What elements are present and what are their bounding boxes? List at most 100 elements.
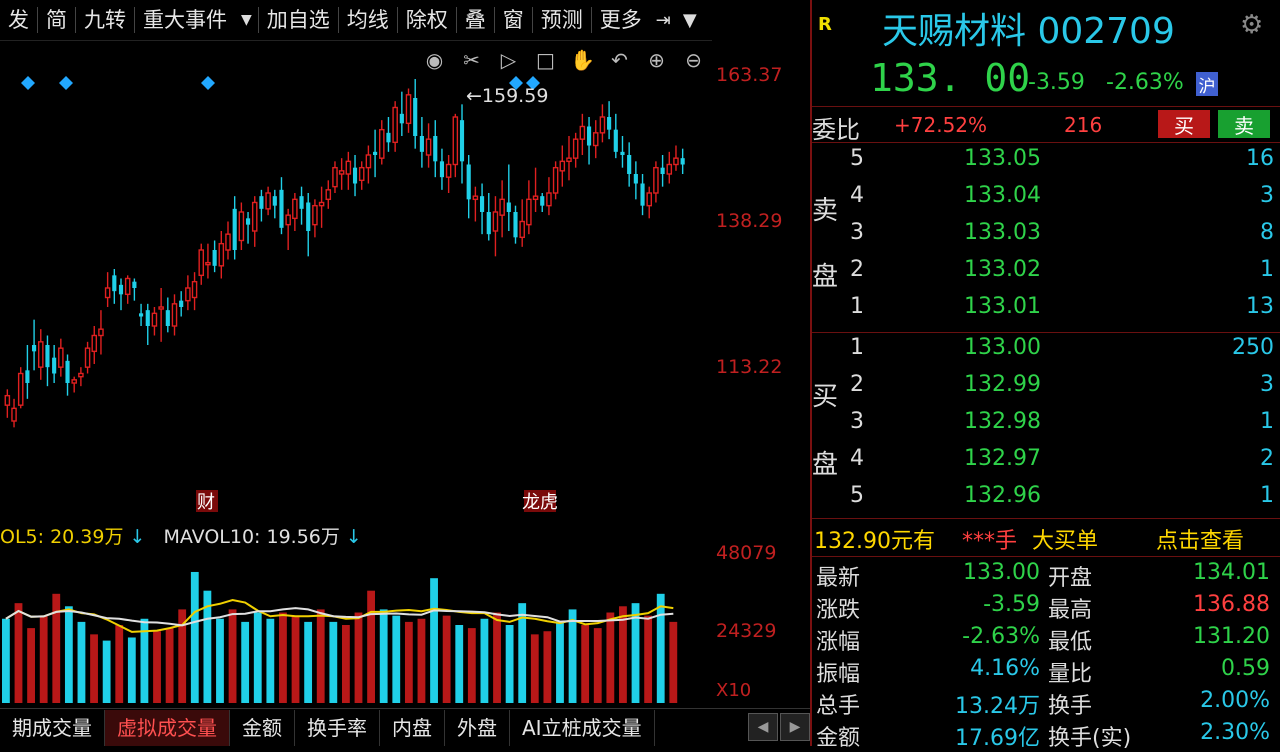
quote-row: 最新 133.00 开盘 134.01	[812, 560, 1280, 592]
market-badge: 沪	[1196, 72, 1218, 97]
ask-row[interactable]: 5 133.05 16	[812, 146, 1280, 182]
chevron-down-icon[interactable]: ▼	[677, 10, 703, 31]
quote-panel: R 天赐材料 002709 ⚙ 133. 00 -3.59 -2.63% 沪 委…	[812, 0, 1280, 751]
toolbar-item-10[interactable]: 更多	[592, 0, 650, 40]
bid-price: 133.00	[964, 335, 1041, 360]
candle-body	[91, 334, 98, 353]
kline-chart[interactable]: ←159.59 财 龙虎	[0, 40, 712, 520]
quote-value: -3.59	[983, 592, 1040, 617]
candle-body	[386, 132, 391, 143]
bid-level: 3	[850, 409, 864, 434]
candle-body	[392, 106, 398, 144]
candle-body	[191, 280, 198, 299]
toolbar-item-6[interactable]: 除权	[398, 0, 456, 40]
tab-2[interactable]: 金额	[230, 710, 295, 746]
big-order-link[interactable]: 点击查看	[1156, 523, 1244, 555]
quote-row: 振幅 4.16% 量比 0.59	[812, 656, 1280, 688]
collapse-right-icon[interactable]: ⇥	[650, 10, 677, 31]
volume-bar	[216, 618, 224, 703]
bid-row[interactable]: 1 133.00 250	[812, 335, 1280, 371]
big-order-bar[interactable]: 132.90元有 ***手 大买单 点击查看	[812, 520, 1280, 556]
candle-body	[25, 370, 30, 383]
stock-title[interactable]: 天赐材料 002709	[882, 2, 1175, 54]
volume-bar	[417, 618, 426, 703]
sell-button[interactable]: 卖	[1218, 110, 1270, 138]
candle-body	[198, 249, 205, 277]
ask-row[interactable]: 1 133.01 13	[812, 294, 1280, 330]
toolbar-item-7[interactable]: 叠	[457, 0, 494, 40]
candle-body	[272, 196, 277, 206]
quote-label: 涨跌	[816, 598, 861, 623]
scroll-left-icon[interactable]: ◀	[748, 713, 778, 741]
max-price-marker: ←159.59	[466, 85, 548, 107]
toolbar-item-2[interactable]: 九转	[76, 0, 134, 40]
gear-icon[interactable]: ⚙	[1240, 10, 1263, 40]
candle-body	[58, 347, 64, 368]
toolbar-item-3[interactable]: 重大事件	[135, 0, 235, 40]
candle-body	[151, 312, 158, 327]
volume-bar	[593, 628, 602, 703]
volume-chart[interactable]	[0, 545, 712, 705]
volume-bar	[253, 612, 262, 703]
volume-bar	[379, 609, 388, 703]
event-diamond-icon	[201, 76, 215, 90]
candle-body	[65, 360, 70, 383]
volume-bar	[442, 615, 451, 703]
bid-row[interactable]: 5 132.96 1	[812, 483, 1280, 519]
candle-body	[171, 303, 178, 327]
price-change-pct: -2.63%	[1106, 70, 1184, 95]
candle-body	[98, 328, 104, 337]
ask-row[interactable]: 2 133.02 1	[812, 257, 1280, 293]
toolbar-item-1[interactable]: 简	[38, 0, 75, 40]
weicha-value: 216	[1064, 113, 1103, 137]
scroll-right-icon[interactable]: ▶	[780, 713, 810, 741]
quote-label: 换手(实)	[1048, 726, 1132, 751]
tab-6[interactable]: AI立桩成交量	[510, 710, 655, 746]
bid-price: 132.97	[964, 446, 1041, 471]
ask-level: 3	[850, 220, 864, 245]
toolbar-item-9[interactable]: 预测	[533, 0, 591, 40]
candle-body	[433, 136, 438, 162]
tab-1[interactable]: 虚拟成交量	[105, 710, 230, 746]
volume-bar	[316, 609, 325, 703]
candle-body	[559, 160, 566, 172]
bid-volume: 3	[1260, 372, 1274, 397]
chevron-down-icon[interactable]: ▼	[235, 12, 258, 28]
bid-row[interactable]: 4 132.97 2	[812, 446, 1280, 482]
toolbar-item-4[interactable]: 加自选	[259, 0, 338, 40]
tab-4[interactable]: 内盘	[380, 710, 445, 746]
buy-button[interactable]: 买	[1158, 110, 1210, 138]
bid-level: 2	[850, 372, 864, 397]
toolbar-item-0[interactable]: 发	[0, 0, 37, 40]
volume-bar	[304, 621, 313, 703]
candle-body	[52, 357, 57, 374]
tab-0[interactable]: 期成交量	[0, 710, 105, 746]
ask-row[interactable]: 4 133.04 3	[812, 183, 1280, 219]
candle-body	[84, 347, 91, 368]
volume-bar	[291, 615, 300, 703]
candle-body	[546, 192, 552, 207]
toolbar-item-8[interactable]: 窗	[495, 0, 532, 40]
tab-5[interactable]: 外盘	[445, 710, 510, 746]
volume-bar	[556, 621, 564, 703]
bid-level: 1	[850, 335, 864, 360]
quote-value: 2.00%	[1200, 688, 1270, 713]
chart-toolbar: 发简九转 重大事件 ▼ 加自选 均线 除权叠窗预测 更多 ⇥ ▼	[0, 0, 712, 41]
volume-bar	[2, 618, 10, 703]
quote-label: 量比	[1048, 662, 1093, 687]
toolbar-item-5[interactable]: 均线	[339, 0, 397, 40]
volume-bar	[480, 618, 489, 703]
ask-row[interactable]: 3 133.03 8	[812, 220, 1280, 256]
candle-body	[526, 198, 532, 226]
candle-body	[318, 201, 325, 207]
bid-row[interactable]: 2 132.99 3	[812, 372, 1280, 408]
event-diamond-icon	[21, 76, 35, 90]
volume-bar	[543, 631, 552, 703]
bid-row[interactable]: 3 132.98 1	[812, 409, 1280, 445]
bid-level: 4	[850, 446, 864, 471]
quote-label: 开盘	[1048, 566, 1093, 591]
tab-3[interactable]: 换手率	[295, 710, 380, 746]
candle-body	[445, 163, 452, 178]
candle-body	[425, 138, 432, 156]
ask-price: 133.04	[964, 183, 1041, 208]
